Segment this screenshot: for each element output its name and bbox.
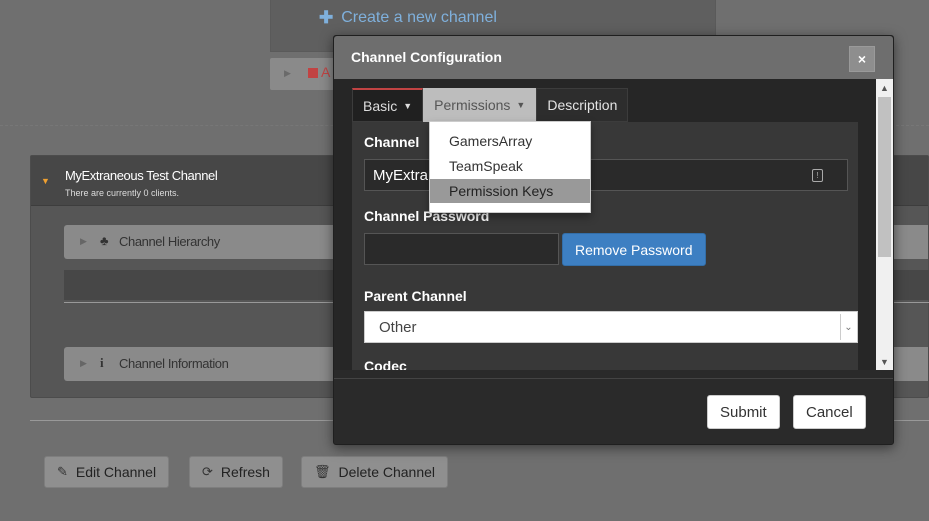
- dropdown-item-permission-keys[interactable]: Permission Keys: [430, 179, 590, 203]
- tab-content-basic: Channel MyExtra ! Channel Password Remov…: [352, 122, 858, 370]
- edit-channel-label: Edit Channel: [75, 464, 157, 480]
- caret-right-icon: ▶: [80, 236, 87, 246]
- tab-permissions[interactable]: Permissions ▼: [423, 88, 537, 122]
- close-icon[interactable]: ×: [849, 46, 875, 72]
- section-channel-information[interactable]: ▶ i Channel Information: [64, 347, 354, 381]
- scroll-down-icon[interactable]: ▼: [876, 353, 893, 370]
- caret-down-icon: ▼: [41, 176, 50, 186]
- caret-down-icon: ▼: [403, 100, 413, 111]
- modal-body: Basic ▼ Permissions ▼ Description Channe…: [334, 79, 894, 370]
- tab-description[interactable]: Description: [536, 88, 629, 122]
- sitemap-icon: ♣: [100, 233, 109, 248]
- modal-scrollbar[interactable]: ▲ ▼: [876, 79, 893, 370]
- permissions-dropdown: GamersArray TeamSpeak Permission Keys: [429, 121, 591, 213]
- dropdown-item-gamersarray[interactable]: GamersArray: [430, 129, 590, 153]
- delete-channel-label: Delete Channel: [338, 464, 436, 480]
- create-channel-link[interactable]: ✚ Create a new channel: [319, 8, 497, 28]
- parent-channel-label: Parent Channel: [364, 288, 467, 304]
- create-channel-label: Create a new channel: [341, 9, 497, 26]
- channel-client-count: There are currently 0 clients.: [65, 188, 180, 198]
- scroll-thumb[interactable]: [878, 97, 891, 257]
- info-icon: i: [100, 355, 104, 370]
- parent-channel-select[interactable]: Other ⌄: [364, 311, 858, 343]
- tab-basic[interactable]: Basic ▼: [352, 88, 424, 122]
- modal-header: Channel Configuration ×: [334, 36, 893, 79]
- submit-button[interactable]: Submit: [707, 395, 780, 429]
- caret-right-icon: ▶: [80, 358, 87, 368]
- edit-icon: ✎: [57, 464, 68, 479]
- cancel-button[interactable]: Cancel: [793, 395, 866, 429]
- tab-label: Basic: [363, 97, 398, 114]
- plus-icon: ✚: [319, 8, 334, 27]
- tab-label: Permissions: [434, 97, 511, 113]
- refresh-icon: ⟳: [202, 464, 213, 479]
- channel-password-input[interactable]: [364, 233, 559, 265]
- section-label: Channel Hierarchy: [119, 234, 220, 249]
- channel-name: MyExtraneous Test Channel: [65, 168, 218, 183]
- modal-footer: Submit Cancel: [334, 378, 893, 445]
- channel-name-label: Channel: [364, 134, 420, 150]
- collapsed-section-tab[interactable]: ▶ A: [270, 58, 340, 90]
- trash-icon: 🗑: [314, 464, 331, 479]
- config-tabs: Basic ▼ Permissions ▼ Description: [352, 88, 629, 122]
- archive-icon: [308, 68, 318, 78]
- caret-down-icon: ▼: [516, 100, 526, 110]
- refresh-label: Refresh: [220, 464, 270, 480]
- delete-channel-button[interactable]: 🗑 Delete Channel: [301, 456, 449, 488]
- section-channel-information-edge[interactable]: [892, 347, 928, 381]
- parent-channel-value: Other: [379, 318, 417, 336]
- dropdown-item-teamspeak[interactable]: TeamSpeak: [430, 154, 590, 178]
- chevron-down-icon[interactable]: ⌄: [840, 314, 856, 340]
- channel-name-value: MyExtra: [373, 166, 429, 184]
- collapsed-section-label: A: [321, 64, 331, 80]
- keyboard-icon: !: [812, 169, 823, 182]
- remove-password-button[interactable]: Remove Password: [562, 233, 706, 266]
- section-label: Channel Information: [119, 356, 229, 371]
- edit-channel-button[interactable]: ✎ Edit Channel: [44, 456, 170, 488]
- section-channel-hierarchy-edge[interactable]: [892, 225, 928, 259]
- channel-configuration-modal: Channel Configuration × Basic ▼ Permissi…: [333, 35, 894, 445]
- caret-right-icon: ▶: [284, 68, 291, 78]
- codec-label: Codec: [364, 358, 407, 370]
- refresh-button[interactable]: ⟳ Refresh: [189, 456, 283, 488]
- modal-title: Channel Configuration: [351, 49, 502, 65]
- tab-label: Description: [547, 97, 618, 113]
- scroll-up-icon[interactable]: ▲: [876, 79, 893, 96]
- section-channel-hierarchy[interactable]: ▶ ♣ Channel Hierarchy: [64, 225, 354, 259]
